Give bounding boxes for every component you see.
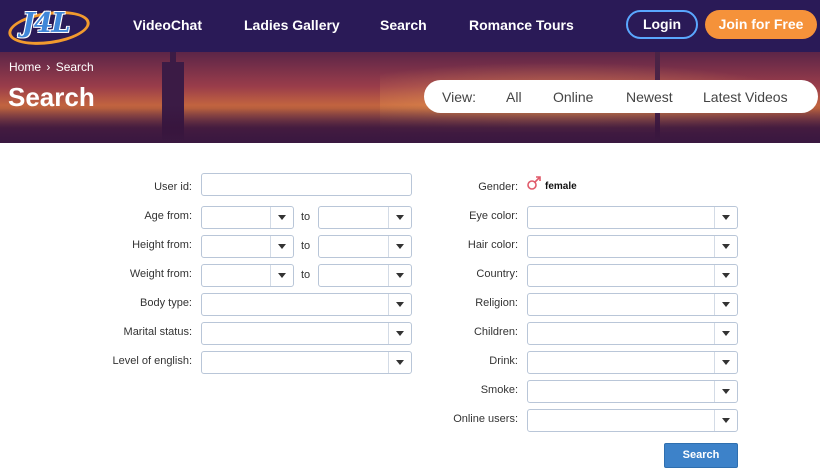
nav-videochat[interactable]: VideoChat [133,17,202,33]
breadcrumb-separator: › [46,60,51,74]
age-from-select[interactable] [201,206,294,229]
dropdown-toggle[interactable] [388,323,411,344]
chevron-down-icon [722,215,730,220]
chevron-down-icon [722,418,730,423]
children-select[interactable] [527,322,738,345]
chevron-down-icon [722,360,730,365]
view-newest[interactable]: Newest [626,89,673,105]
dropdown-toggle[interactable] [714,265,737,286]
dropdown-toggle[interactable] [714,207,737,228]
weight-from-select[interactable] [201,264,294,287]
join-button[interactable]: Join for Free [705,10,817,39]
page-title: Search [8,82,95,112]
view-latest-videos[interactable]: Latest Videos [703,89,788,105]
view-all[interactable]: All [506,89,522,105]
drink-label: Drink: [489,355,518,367]
drink-select[interactable] [527,351,738,374]
chevron-down-icon [722,302,730,307]
height-from-label: Height from: [132,239,192,251]
online-users-select[interactable] [527,409,738,432]
religion-select[interactable] [527,293,738,316]
chevron-down-icon [396,215,404,220]
dropdown-toggle[interactable] [714,381,737,402]
chevron-down-icon [396,244,404,249]
gender-value: female [545,181,577,192]
dropdown-toggle[interactable] [270,207,293,228]
chevron-down-icon [278,273,286,278]
weight-to-label: to [301,269,311,281]
chevron-down-icon [278,244,286,249]
male-gender-icon [527,176,541,190]
dropdown-toggle[interactable] [270,265,293,286]
age-to-label: to [301,211,311,223]
chevron-down-icon [278,215,286,220]
nav-romance-tours[interactable]: Romance Tours [469,17,574,33]
chevron-down-icon [396,360,404,365]
dropdown-toggle[interactable] [714,352,737,373]
dropdown-toggle[interactable] [714,294,737,315]
height-to-select[interactable] [318,235,412,258]
breadcrumb-home[interactable]: Home [9,60,41,74]
eye-color-label: Eye color: [469,210,518,222]
country-select[interactable] [527,264,738,287]
top-navigation: J4L VideoChat Ladies Gallery Search Roma… [0,0,820,52]
dropdown-toggle[interactable] [388,265,411,286]
smoke-label: Smoke: [480,384,518,396]
nav-ladies-gallery[interactable]: Ladies Gallery [244,17,340,33]
online-users-label: Online users: [453,413,518,425]
breadcrumb: Home › Search [9,60,94,74]
view-label: View: [442,89,476,105]
chevron-down-icon [722,273,730,278]
nav-search[interactable]: Search [380,17,427,33]
hair-color-label: Hair color: [467,239,518,251]
site-logo[interactable]: J4L [6,6,92,50]
chevron-down-icon [396,273,404,278]
marital-status-label: Marital status: [123,326,192,338]
body-type-label: Body type: [140,297,192,309]
dropdown-toggle[interactable] [388,236,411,257]
dropdown-toggle[interactable] [388,294,411,315]
chevron-down-icon [722,331,730,336]
breadcrumb-current: Search [55,60,94,74]
search-submit-button[interactable]: Search [664,443,738,468]
age-from-label: Age from: [144,210,192,222]
view-filter-bar: View: All Online Newest Latest Videos [424,80,818,113]
hero-banner: Home › Search Search View: All Online Ne… [0,52,820,143]
english-level-select[interactable] [201,351,412,374]
chevron-down-icon [722,244,730,249]
building-spire [170,52,176,66]
chevron-down-icon [396,302,404,307]
view-online[interactable]: Online [553,89,593,105]
user-id-label: User id: [154,181,192,193]
age-to-select[interactable] [318,206,412,229]
religion-label: Religion: [475,297,518,309]
dropdown-toggle[interactable] [714,323,737,344]
weight-from-label: Weight from: [129,268,192,280]
smoke-select[interactable] [527,380,738,403]
gender-label: Gender: [478,181,518,193]
user-id-input[interactable] [201,173,412,196]
weight-to-select[interactable] [318,264,412,287]
body-type-select[interactable] [201,293,412,316]
chevron-down-icon [722,389,730,394]
eye-color-select[interactable] [527,206,738,229]
hair-color-select[interactable] [527,235,738,258]
marital-status-select[interactable] [201,322,412,345]
dropdown-toggle[interactable] [388,352,411,373]
dropdown-toggle[interactable] [270,236,293,257]
english-level-label: Level of english: [112,355,193,367]
dropdown-toggle[interactable] [388,207,411,228]
dropdown-toggle[interactable] [714,236,737,257]
height-to-label: to [301,240,311,252]
logo-text: J4L [22,8,71,39]
height-from-select[interactable] [201,235,294,258]
login-button[interactable]: Login [626,10,698,39]
country-label: Country: [476,268,518,280]
dropdown-toggle[interactable] [714,410,737,431]
children-label: Children: [473,326,518,338]
chevron-down-icon [396,331,404,336]
